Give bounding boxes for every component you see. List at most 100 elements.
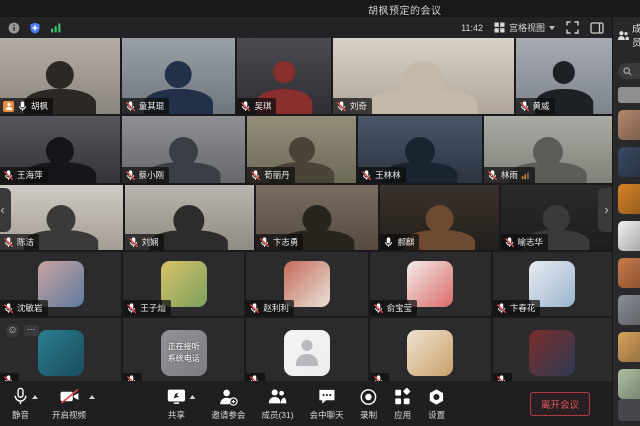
member-thumbnail[interactable] — [618, 295, 640, 325]
participant-name: 卞志勇 — [273, 236, 299, 248]
participant-name-label — [0, 373, 19, 381]
member-thumbnail[interactable] — [618, 258, 640, 288]
participant-tile[interactable]: 胡枫 — [0, 38, 120, 114]
participant-tile[interactable]: 荀丽丹 — [247, 116, 356, 183]
caret-up-icon[interactable] — [32, 395, 38, 399]
participant-tile[interactable]: 喻志华 — [501, 185, 612, 250]
mic-icon — [12, 387, 29, 407]
participant-tile[interactable] — [370, 318, 491, 381]
view-mode-selector[interactable]: 宫格视图 — [494, 21, 555, 34]
grid-row: ☺⋯ 正在接听 系统电话 — [0, 318, 612, 381]
mic-muted-icon — [361, 170, 372, 181]
participant-tile[interactable]: 俞宝莹 — [370, 252, 491, 316]
participant-tile[interactable]: 郝麒 — [380, 185, 498, 250]
participant-tile[interactable] — [493, 318, 612, 381]
apps-icon — [394, 387, 412, 407]
mic-muted-icon — [128, 237, 139, 248]
members-panel: 成员 — [612, 17, 640, 426]
participant-name-label — [246, 373, 265, 381]
info-icon[interactable] — [8, 22, 20, 34]
toolbar-label-invite: 邀请参会 — [211, 409, 245, 421]
title-bar: 胡枫预定的会议 — [0, 0, 640, 17]
meeting-title: 胡枫预定的会议 — [368, 2, 442, 17]
participant-tile[interactable]: 卞志勇 — [256, 185, 379, 250]
participant-name-label: 陈洁 — [0, 234, 39, 250]
member-thumbnail[interactable] — [618, 110, 640, 140]
participant-name-label: 郝麒 — [380, 234, 419, 250]
participant-name: 陈洁 — [17, 236, 34, 248]
participant-tile[interactable]: 正在接听 系统电话 — [123, 318, 244, 381]
participant-tile[interactable]: 刘娴 — [125, 185, 254, 250]
toolbar-label-share: 共享 — [168, 409, 185, 421]
mic-muted-icon — [3, 170, 14, 181]
caret-up-icon[interactable] — [89, 395, 95, 399]
next-page-arrow[interactable]: › — [598, 188, 612, 232]
member-thumbnail[interactable] — [618, 369, 640, 399]
participant-name: 沈敏岩 — [17, 302, 43, 314]
participant-tile[interactable]: 黄威 — [516, 38, 612, 114]
participant-name: 吴琪 — [254, 100, 271, 112]
participant-tile[interactable]: 王林林 — [358, 116, 482, 183]
default-avatar-silhouette — [294, 340, 320, 366]
participant-name-label: 吴琪 — [237, 98, 276, 114]
participant-name-label: 黄威 — [516, 98, 555, 114]
toolbar-button-chat[interactable]: 会中聊天 — [310, 387, 344, 421]
participant-name: 赵利利 — [263, 302, 289, 314]
toolbar-button-record[interactable]: 录制 — [360, 387, 378, 421]
caption-icon[interactable]: ⋯ — [24, 325, 39, 336]
participant-tile[interactable]: 卞春花 — [493, 252, 612, 316]
mic-muted-icon — [487, 170, 498, 181]
member-filter-button[interactable] — [618, 87, 640, 103]
video-grid-area: 胡枫 童其琨 吴琪 刘奇 黄威 王海萍 — [0, 38, 612, 381]
participant-name: 卞春花 — [510, 302, 536, 314]
toolbar-button-mute[interactable]: 静音 — [12, 387, 29, 421]
participant-name-label: 王林林 — [358, 167, 406, 183]
toolbar-button-video[interactable]: 开启视频 — [52, 387, 86, 421]
participant-tile[interactable]: 林雨 — [484, 116, 612, 183]
participant-tile[interactable]: 沈敏岩 — [0, 252, 121, 316]
participant-tile[interactable]: 王子灿 — [123, 252, 244, 316]
member-thumbnail[interactable] — [618, 184, 640, 214]
active-speaker-badge — [3, 101, 14, 112]
toolbar-label-record: 录制 — [360, 409, 377, 421]
participant-tile[interactable]: 陈洁 — [0, 185, 123, 250]
participant-name-label — [493, 373, 512, 381]
toolbar-button-members[interactable]: 成员(31) — [261, 387, 293, 421]
toolbar-button-share[interactable]: 共享 — [166, 387, 186, 421]
participant-tile[interactable]: 吴琪 — [237, 38, 330, 114]
fullscreen-icon[interactable] — [566, 21, 579, 34]
member-thumbnail[interactable] — [618, 147, 640, 177]
participant-name: 胡枫 — [31, 100, 48, 112]
shield-icon[interactable] — [29, 22, 41, 34]
toolbar-button-settings[interactable]: 设置 — [428, 387, 446, 421]
grid-row: 王海萍 蔡小刚 荀丽丹 王林林 林雨 — [0, 116, 612, 183]
participant-tile[interactable] — [246, 318, 367, 381]
participant-tile[interactable]: 赵利利 — [246, 252, 367, 316]
member-thumbnail[interactable] — [618, 332, 640, 362]
member-search-input[interactable] — [618, 63, 640, 79]
participant-name-label — [123, 373, 142, 381]
signal-icon[interactable] — [50, 22, 62, 33]
participant-tile[interactable]: ☺⋯ — [0, 318, 121, 381]
participant-tile[interactable]: 童其琨 — [122, 38, 236, 114]
caret-up-icon[interactable] — [189, 395, 195, 399]
previous-page-arrow[interactable]: ‹ — [0, 188, 11, 232]
participant-name-label: 王子灿 — [123, 300, 171, 316]
participant-tile[interactable]: 蔡小刚 — [122, 116, 246, 183]
participant-tile[interactable]: 王海萍 — [0, 116, 120, 183]
toolbar-button-invite[interactable]: 邀请参会 — [211, 387, 245, 421]
grid-view-icon — [494, 22, 505, 33]
participant-tile[interactable]: 刘奇 — [333, 38, 514, 114]
participant-name: 王子灿 — [140, 302, 166, 314]
side-layout-icon[interactable] — [590, 22, 604, 34]
mic-muted-icon — [496, 303, 507, 314]
bottom-toolbar: 静音开启视频 共享 邀请参会 成员(31) 会中聊天录制 应用设置 离开会议 — [0, 381, 612, 426]
toolbar-button-apps[interactable]: 应用 — [394, 387, 412, 421]
member-thumbnail[interactable] — [618, 221, 640, 251]
chevron-down-icon — [549, 26, 555, 30]
emoji-reaction-icon[interactable]: ☺ — [6, 324, 19, 337]
participant-name: 喻志华 — [518, 236, 544, 248]
panel-bottom-button[interactable] — [618, 399, 640, 421]
participant-name-label: 卞春花 — [493, 300, 541, 316]
leave-meeting-button[interactable]: 离开会议 — [530, 392, 590, 416]
